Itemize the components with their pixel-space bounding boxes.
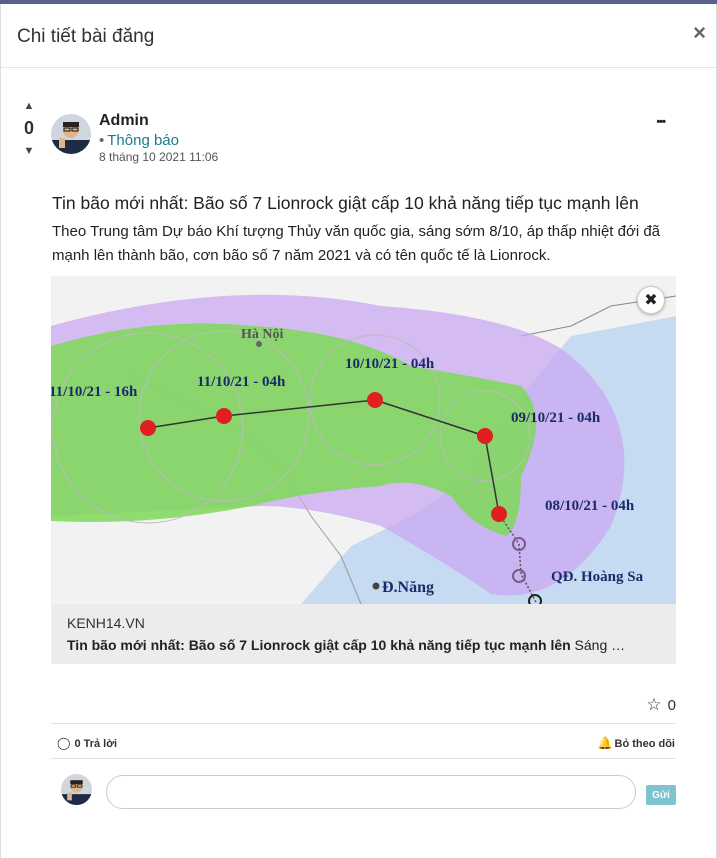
unfollow-button[interactable]: 🔔 Bỏ theo dõi <box>598 736 675 750</box>
post-date: 8 tháng 10 2021 11:06 <box>99 150 219 164</box>
post-title: Tin bão mới nhất: Bão số 7 Lionrock giật… <box>52 193 639 213</box>
map-forecast-label: 08/10/21 - 04h <box>545 498 635 514</box>
link-preview-card[interactable]: Hà Nội Đ.Năng QĐ. Hoàng Sa 11/10/21 - 16… <box>51 276 676 664</box>
link-headline-bold: Tin bão mới nhất: Bão số 7 Lionrock giật… <box>67 637 571 653</box>
post-body: Theo Trung tâm Dự báo Khí tượng Thủy văn… <box>52 223 661 264</box>
link-headline[interactable]: Tin bão mới nhất: Bão số 7 Lionrock giật… <box>67 637 663 653</box>
reply-count-label: 0 Trả lời <box>74 738 118 750</box>
upvote-icon[interactable]: ▲ <box>18 100 40 112</box>
map-forecast-label: 11/10/21 - 16h <box>51 384 138 400</box>
map-label-hanoi: Hà Nội <box>241 327 284 342</box>
map-label-danang: Đ.Năng <box>382 579 434 596</box>
map-forecast-label: 11/10/21 - 04h <box>197 374 286 390</box>
like-count: 0 <box>667 697 676 714</box>
divider <box>51 758 676 759</box>
modal-header: Chi tiết bài đăng × <box>1 4 716 68</box>
category-label[interactable]: Thông báo <box>107 132 179 149</box>
close-preview-button[interactable]: ✖ <box>637 286 665 314</box>
comment-icon: ◯ <box>57 736 71 750</box>
current-user-avatar <box>61 774 92 805</box>
category-bullet: • <box>99 132 105 149</box>
close-modal-button[interactable]: × <box>693 20 706 46</box>
reply-count[interactable]: ◯ 0 Trả lời <box>57 736 117 750</box>
vote-count: 0 <box>23 118 34 138</box>
modal-title: Chi tiết bài đăng <box>17 26 155 47</box>
bell-icon: 🔔 <box>597 736 613 750</box>
divider <box>51 723 676 724</box>
downvote-icon[interactable]: ▼ <box>18 145 40 157</box>
comment-input[interactable] <box>106 775 636 809</box>
send-comment-button[interactable]: Gửi <box>646 785 676 805</box>
author-name[interactable]: Admin <box>99 112 149 130</box>
more-options-icon[interactable]: ••• <box>656 116 666 128</box>
map-forecast-label: 10/10/21 - 04h <box>345 356 435 372</box>
like-row: ☆ 0 <box>646 695 676 715</box>
vote-widget: ▲ 0 ▼ <box>18 100 40 157</box>
post-category[interactable]: • Thông báo <box>99 132 179 149</box>
storm-forecast-map: Hà Nội Đ.Năng QĐ. Hoàng Sa 11/10/21 - 16… <box>51 276 676 604</box>
map-forecast-label: 09/10/21 - 04h <box>511 410 601 426</box>
author-avatar[interactable] <box>51 114 91 154</box>
link-source: KENH14.VN <box>67 615 145 631</box>
unfollow-label: Bỏ theo dõi <box>614 738 676 750</box>
star-icon[interactable]: ☆ <box>646 695 661 714</box>
map-label-hoang-sa: QĐ. Hoàng Sa <box>551 569 644 585</box>
link-headline-rest: Sáng … <box>570 637 626 653</box>
